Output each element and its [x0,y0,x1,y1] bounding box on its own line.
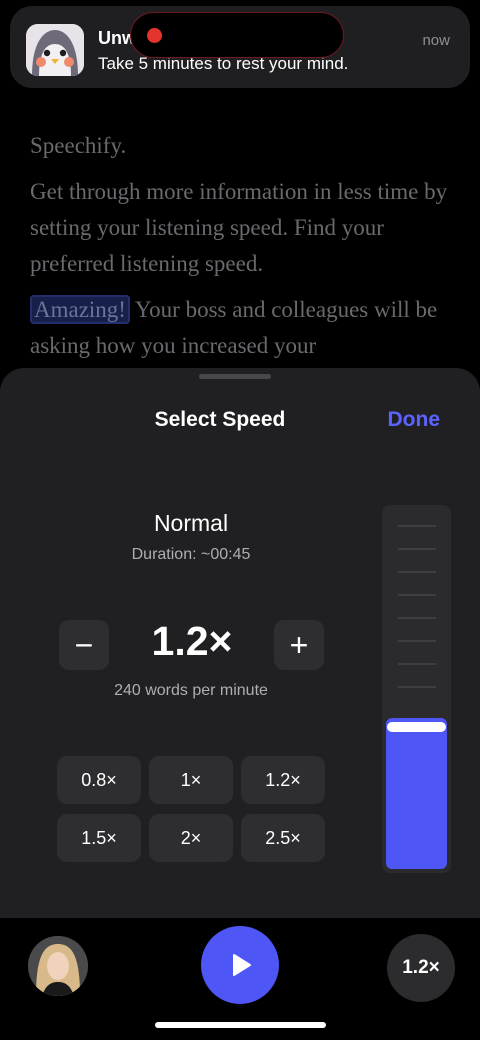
sheet-grabber[interactable] [199,374,271,379]
avatar[interactable] [28,936,88,996]
slider-fill [386,718,447,869]
preset-2-5x[interactable]: 2.5× [241,814,325,862]
speed-slider[interactable] [382,505,451,873]
slider-tick [398,594,436,596]
duration-text: Duration: ~00:45 [131,546,251,563]
slider-tick [398,617,436,619]
sheet-title: Select Speed [154,408,286,431]
increase-speed-button[interactable]: + [274,620,324,670]
decrease-speed-button[interactable]: − [59,620,109,670]
slider-tick [398,686,436,688]
minus-icon: − [74,626,94,663]
speed-sheet: Select Speed Done Normal Duration: ~00:4… [0,368,480,928]
words-per-minute: 240 words per minute [114,682,268,699]
slider-tick [398,548,436,550]
speed-badge-button[interactable]: 1.2× [387,934,455,1002]
preset-1-5x[interactable]: 1.5× [57,814,141,862]
slider-tick [398,525,436,527]
preset-0-8x[interactable]: 0.8× [57,756,141,804]
play-button[interactable] [201,926,279,1004]
preset-1x[interactable]: 1× [149,756,233,804]
slider-tick [398,571,436,573]
slider-tick [398,663,436,665]
slider-tick [398,640,436,642]
preset-1-2x[interactable]: 1.2× [241,756,325,804]
player-bar: 1.2× [0,918,480,1040]
current-speed: 1.2× [151,618,233,664]
notification-time: now [422,32,450,49]
dynamic-island [130,12,344,58]
plus-icon: + [289,626,309,663]
done-button[interactable]: Done [388,408,441,432]
home-indicator [155,1022,326,1028]
app-icon [26,24,84,76]
background-dim [0,96,480,376]
speed-name: Normal [153,510,229,536]
slider-handle[interactable] [387,722,446,732]
speed-presets: 0.8× 1× 1.2× 1.5× 2× 2.5× [57,756,327,862]
play-icon [233,954,251,976]
record-dot-icon [147,28,162,43]
preset-2x[interactable]: 2× [149,814,233,862]
